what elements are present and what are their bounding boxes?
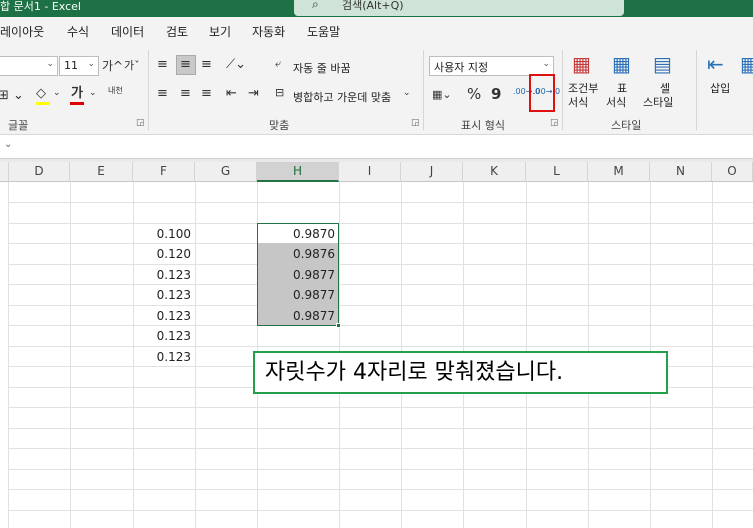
font-color-swatch	[70, 102, 84, 105]
format-as-table-label-2[interactable]: 서식	[606, 94, 626, 110]
cell-styles-icon[interactable]: ▤	[653, 54, 672, 74]
align-bottom-icon[interactable]: ≡	[201, 58, 212, 71]
cell-f4[interactable]: 0.123	[133, 285, 195, 305]
column-header-i[interactable]: I	[339, 162, 401, 182]
chevron-down-icon[interactable]: ⌄	[403, 89, 411, 98]
number-format-dropdown[interactable]: 사용자 지정 ⌄	[429, 56, 554, 76]
chevron-down-icon: ⌄	[542, 59, 550, 69]
align-center-icon[interactable]: ≡	[180, 87, 191, 100]
delete-cells-icon[interactable]: ▦	[740, 54, 753, 74]
merge-center-icon[interactable]: ⊟	[275, 87, 284, 98]
accounting-format-icon[interactable]: ▦⌄	[432, 89, 452, 100]
column-header-g[interactable]: G	[195, 162, 257, 182]
insert-cells-icon[interactable]: ⇤	[707, 54, 724, 74]
column-header-j[interactable]: J	[401, 162, 463, 182]
cell-f3[interactable]: 0.123	[133, 265, 195, 285]
column-header-n[interactable]: N	[650, 162, 712, 182]
wrap-text-icon[interactable]: ⤶	[275, 58, 281, 69]
cell-f7[interactable]: 0.123	[133, 347, 195, 367]
chevron-down-icon[interactable]: ⌄	[53, 89, 61, 98]
fill-color-icon[interactable]: ◇	[36, 87, 46, 100]
align-top-icon[interactable]: ≡	[157, 58, 168, 71]
tab-automate[interactable]: 자동화	[252, 23, 285, 40]
shrink-font-icon[interactable]: 가ˇ	[124, 60, 140, 71]
cell-h4[interactable]: 0.9877	[257, 285, 339, 305]
align-right-icon[interactable]: ≡	[201, 87, 212, 100]
window-title: 합 문서1 - Excel	[0, 0, 81, 13]
cell-h3[interactable]: 0.9877	[257, 265, 339, 285]
column-header-e[interactable]: E	[70, 162, 133, 182]
phonetic-icon[interactable]: 내천	[108, 87, 123, 95]
orientation-icon[interactable]: ⟋⌄	[226, 58, 246, 71]
menu-bar: 레이아웃 수식 데이터 검토 보기 자동화 도움말	[0, 17, 753, 44]
cell-f2[interactable]: 0.120	[133, 244, 195, 264]
cell-styles-label-2[interactable]: 스타일	[643, 94, 673, 110]
column-header-m[interactable]: M	[588, 162, 650, 182]
column-header-l[interactable]: L	[526, 162, 588, 182]
search-box[interactable]: ⌕ 검색(Alt+Q)	[294, 0, 624, 16]
insert-cells-label[interactable]: 삽입	[710, 80, 730, 96]
callout-annotation: 자릿수가 4자리로 맞춰졌습니다.	[253, 351, 668, 394]
cell-f5[interactable]: 0.123	[133, 306, 195, 326]
column-header-d[interactable]: D	[9, 162, 70, 182]
chevron-down-icon: ⌄	[87, 59, 95, 69]
number-format-value: 사용자 지정	[434, 61, 489, 74]
wrap-text-button[interactable]: 자동 줄 바꿈	[293, 60, 351, 76]
dialog-launcher-icon[interactable]: ◲	[550, 118, 559, 128]
format-as-table-icon[interactable]: ▦	[612, 54, 631, 74]
group-divider	[423, 50, 424, 130]
tab-data[interactable]: 데이터	[111, 23, 144, 40]
grow-font-icon[interactable]: 가^	[102, 60, 123, 72]
chevron-down-icon[interactable]: ⌄	[89, 89, 97, 98]
tab-page-layout[interactable]: 레이아웃	[0, 23, 44, 40]
group-divider	[562, 50, 563, 130]
cell-h1[interactable]: 0.9870	[257, 224, 339, 244]
column-header-k[interactable]: K	[463, 162, 526, 182]
cell-f1[interactable]: 0.100	[133, 224, 195, 244]
chevron-down-icon: ⌄	[46, 59, 54, 69]
tab-help[interactable]: 도움말	[307, 23, 340, 40]
align-left-icon[interactable]: ≡	[157, 87, 168, 100]
column-header-h[interactable]: H	[257, 162, 339, 182]
font-group-label: 글꼴	[8, 119, 29, 132]
group-divider	[148, 50, 149, 130]
tab-view[interactable]: 보기	[209, 23, 231, 40]
formula-bar: ⌄	[0, 135, 753, 159]
cell-f6[interactable]: 0.123	[133, 326, 195, 346]
font-color-icon[interactable]: 가	[71, 87, 83, 100]
title-bar: 합 문서1 - Excel ⌕ 검색(Alt+Q)	[0, 0, 753, 17]
fill-color-swatch	[36, 102, 50, 105]
collapse-icon[interactable]: ⌄	[4, 139, 12, 150]
cell-h5[interactable]: 0.9877	[257, 306, 339, 326]
column-header-o[interactable]: O	[712, 162, 753, 182]
number-group-label: 표시 형식	[461, 119, 505, 132]
decrease-decimal-highlight	[529, 74, 555, 112]
tab-formulas[interactable]: 수식	[67, 23, 89, 40]
conditional-formatting-label-2[interactable]: 서식	[568, 94, 588, 110]
decrease-indent-icon[interactable]: ⇤	[226, 87, 237, 100]
font-size-dropdown[interactable]: 11 ⌄	[59, 56, 99, 76]
styles-group-label: 스타일	[611, 119, 642, 132]
font-name-dropdown[interactable]: ⌄	[0, 56, 58, 76]
cell-h2[interactable]: 0.9876	[257, 244, 339, 264]
merge-center-button[interactable]: 병합하고 가운데 맞춤	[293, 89, 391, 105]
percent-style-button[interactable]: %	[467, 87, 481, 102]
borders-icon[interactable]: ⊞ ⌄	[0, 89, 24, 102]
dialog-launcher-icon[interactable]: ◲	[136, 118, 145, 128]
conditional-formatting-icon[interactable]: ▦	[572, 54, 591, 74]
font-size-value: 11	[64, 59, 78, 72]
group-divider	[696, 50, 697, 130]
search-icon: ⌕	[312, 0, 319, 11]
increase-indent-icon[interactable]: ⇥	[248, 87, 259, 100]
search-placeholder: 검색(Alt+Q)	[342, 0, 404, 12]
alignment-group-label: 맞춤	[269, 119, 290, 132]
tab-review[interactable]: 검토	[166, 23, 188, 40]
column-header-f[interactable]: F	[133, 162, 195, 182]
ribbon: ⌄ 11 ⌄ 가^ 가ˇ ⊞ ⌄ ◇ ⌄ 가 ⌄ 내천 글꼴 ◲ ≡ ≡ ≡ ⟋⌄…	[0, 44, 753, 135]
align-middle-icon: ≡	[180, 57, 191, 72]
dialog-launcher-icon[interactable]: ◲	[411, 118, 420, 128]
row-header-corner	[0, 162, 9, 182]
comma-style-button[interactable]: 9	[491, 87, 501, 102]
